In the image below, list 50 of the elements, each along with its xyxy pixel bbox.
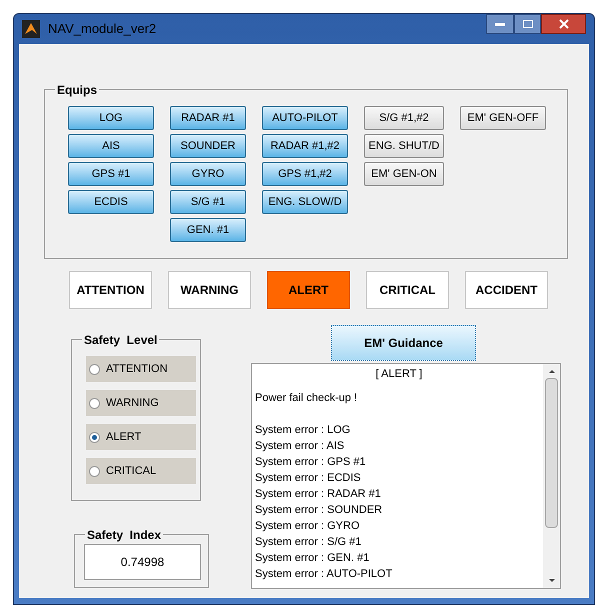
equipment-button[interactable]: S/G #1 xyxy=(170,190,246,214)
equipment-button[interactable]: AIS xyxy=(68,134,154,158)
equipment-button[interactable]: SOUNDER xyxy=(170,134,246,158)
safety-level-radio[interactable]: CRITICAL xyxy=(86,458,196,484)
message-line: System error : SOUNDER xyxy=(255,503,384,518)
message-line: System error : AIS xyxy=(255,439,346,454)
equipment-button[interactable]: EM' GEN-ON xyxy=(364,162,444,186)
level-indicator: ATTENTION xyxy=(69,271,152,309)
equipment-button[interactable]: ENG. SLOW/D xyxy=(262,190,348,214)
message-line: System error : S/G #1 xyxy=(255,535,362,550)
window-title: NAV_module_ver2 xyxy=(48,20,156,38)
minimize-icon xyxy=(495,22,505,26)
equipment-button[interactable]: S/G #1,#2 xyxy=(364,106,444,130)
equipment-button[interactable]: GPS #1,#2 xyxy=(262,162,348,186)
equipment-button[interactable]: RADAR #1,#2 xyxy=(262,134,348,158)
close-button[interactable] xyxy=(541,14,586,34)
level-indicator: ACCIDENT xyxy=(465,271,548,309)
equipment-button[interactable]: LOG xyxy=(68,106,154,130)
message-line: System error : GEN. #1 xyxy=(255,551,370,566)
equipment-button[interactable]: ECDIS xyxy=(68,190,154,214)
close-icon xyxy=(558,19,568,29)
equipment-button[interactable]: GEN. #1 xyxy=(170,218,246,242)
level-indicator: ALERT xyxy=(267,271,350,309)
equipment-button[interactable]: GPS #1 xyxy=(68,162,154,186)
message-heading: [ ALERT ] xyxy=(374,367,424,382)
equipment-button[interactable]: ENG. SHUT/D xyxy=(364,134,444,158)
level-indicator: WARNING xyxy=(168,271,251,309)
message-note: Power fail check-up ! xyxy=(255,391,358,406)
scroll-thumb[interactable] xyxy=(545,378,558,528)
safety-level-radio[interactable]: ALERT xyxy=(86,424,196,450)
message-line: System error : AUTO-PILOT xyxy=(255,567,394,582)
guidance-button[interactable]: EM' Guidance xyxy=(331,325,476,361)
safety-level-radio[interactable]: ATTENTION xyxy=(86,356,196,382)
equipment-button[interactable]: GYRO xyxy=(170,162,246,186)
equipment-button[interactable]: AUTO-PILOT xyxy=(262,106,348,130)
equipment-button[interactable]: RADAR #1 xyxy=(170,106,246,130)
message-line: System error : GYRO xyxy=(255,519,361,534)
message-line: System error : ECDIS xyxy=(255,471,362,486)
app-logo-icon xyxy=(22,20,40,38)
maximize-button[interactable] xyxy=(514,14,541,34)
message-line: System error : LOG xyxy=(255,423,352,438)
equipment-button[interactable]: EM' GEN-OFF xyxy=(460,106,546,130)
safety-index-field[interactable]: 0.74998 xyxy=(84,544,201,580)
maximize-icon xyxy=(522,20,532,28)
level-indicator: CRITICAL xyxy=(366,271,449,309)
minimize-button[interactable] xyxy=(486,14,514,34)
message-line: System error : RADAR #1 xyxy=(255,487,382,502)
scrollbar[interactable] xyxy=(543,364,560,588)
message-line: System error : GPS #1 xyxy=(255,455,367,470)
safety-level-radio[interactable]: WARNING xyxy=(86,390,196,416)
